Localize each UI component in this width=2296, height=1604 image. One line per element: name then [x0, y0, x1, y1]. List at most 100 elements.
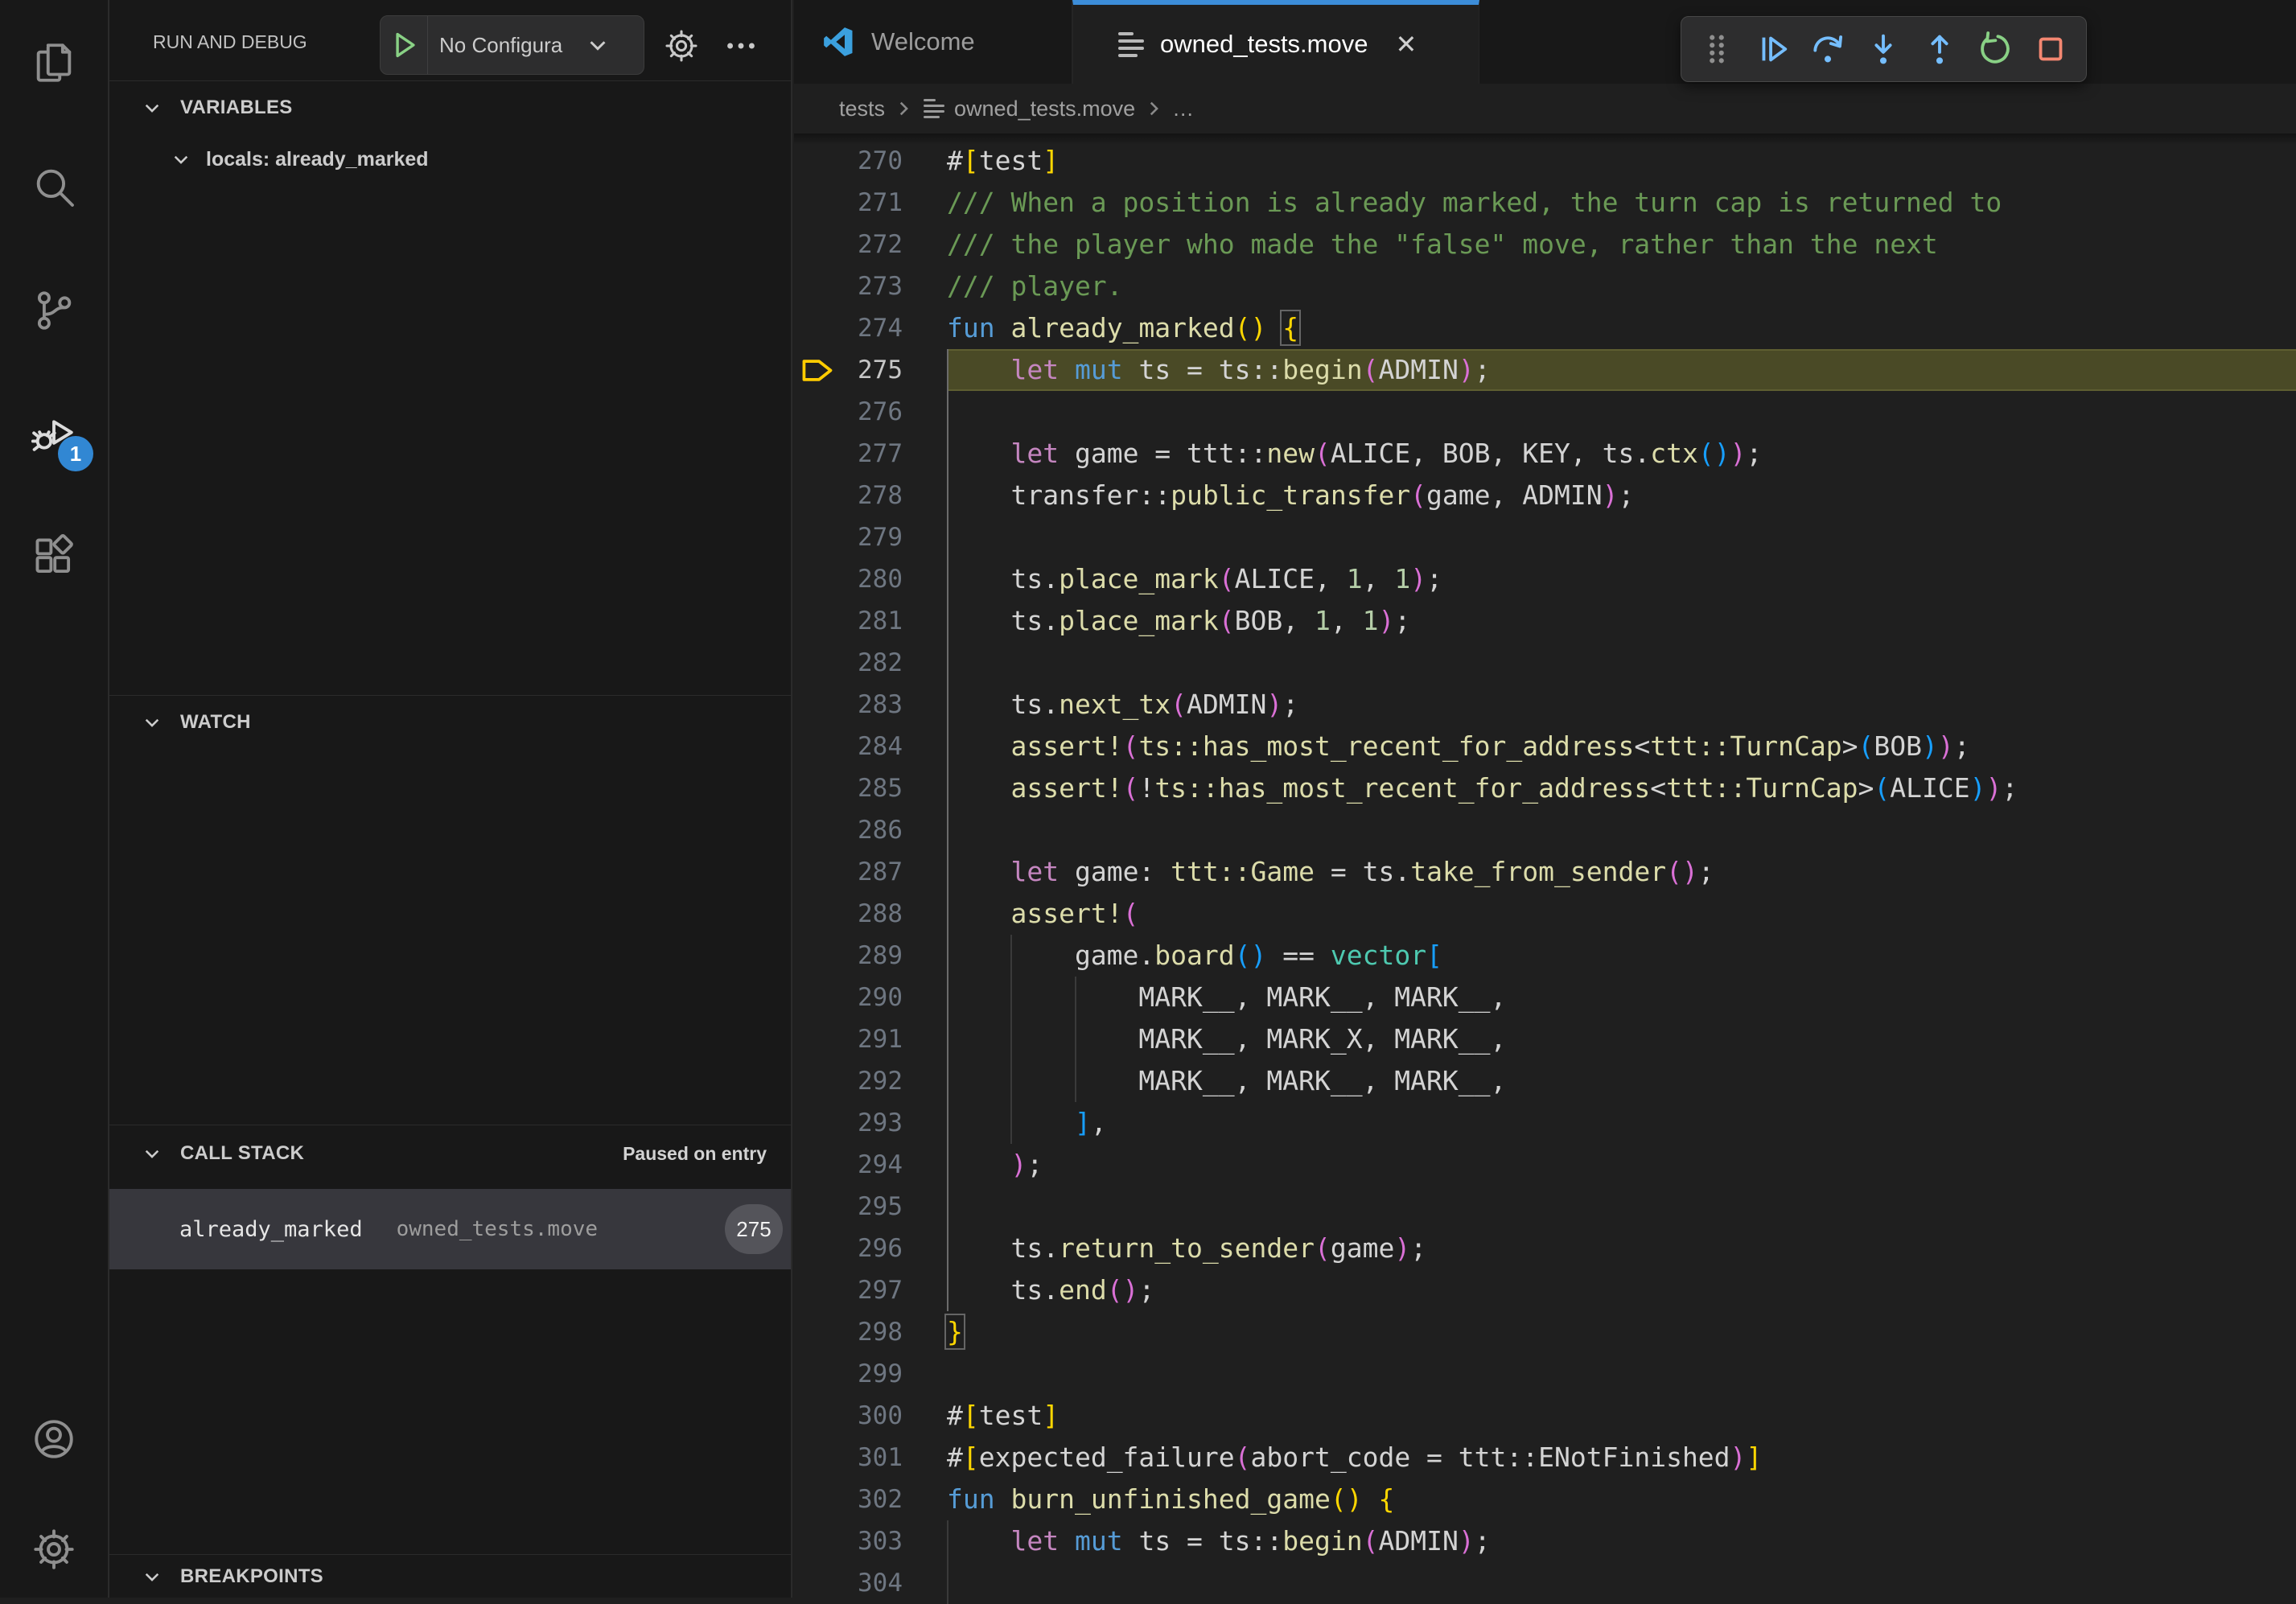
code-line-content[interactable]: ts.return_to_sender(game);: [947, 1228, 2296, 1269]
code-line-content[interactable]: [947, 1562, 2296, 1604]
code-line-content[interactable]: let game: ttt::Game = ts.take_from_sende…: [947, 851, 2296, 893]
gutter[interactable]: 297: [794, 1269, 947, 1311]
code-editor[interactable]: 270 #[test] 271 /// When a position is alre…: [794, 134, 2296, 1598]
code-line-content[interactable]: fun already_marked() {: [947, 307, 2296, 349]
code-line[interactable]: 298}: [794, 1311, 2296, 1353]
code-line-content[interactable]: [947, 391, 2296, 433]
code-line[interactable]: 303 let mut ts = ts::begin(ADMIN);: [794, 1520, 2296, 1562]
line-number[interactable]: 295: [794, 1186, 903, 1228]
line-number[interactable]: 303: [794, 1520, 903, 1562]
code-line[interactable]: 284 assert!(ts::has_most_recent_for_addr…: [794, 726, 2296, 767]
code-line-content[interactable]: [947, 642, 2296, 684]
line-number[interactable]: 282: [794, 642, 903, 684]
code-line-content[interactable]: [947, 1353, 2296, 1395]
code-line-content[interactable]: );: [947, 1144, 2296, 1186]
code-line-content[interactable]: let mut ts = ts::begin(ADMIN);: [947, 1520, 2296, 1562]
line-number[interactable]: 272: [794, 224, 903, 265]
line-number[interactable]: 290: [794, 977, 903, 1018]
code-line[interactable]: 291 MARK__, MARK_X, MARK__,: [794, 1018, 2296, 1060]
call-stack-section-header[interactable]: CALL STACK Paused on entry: [109, 1125, 791, 1182]
code-line[interactable]: 285 assert!(!ts::has_most_recent_for_add…: [794, 767, 2296, 809]
code-line[interactable]: 304: [794, 1562, 2296, 1604]
gutter[interactable]: 303: [794, 1520, 947, 1562]
gutter[interactable]: 274: [794, 307, 947, 349]
code-line[interactable]: 281 ts.place_mark(BOB, 1, 1);: [794, 600, 2296, 642]
code-line[interactable]: 286: [794, 809, 2296, 851]
more-actions-icon[interactable]: [722, 27, 759, 64]
code-line-content[interactable]: [947, 1186, 2296, 1228]
line-number[interactable]: 288: [794, 893, 903, 935]
gutter[interactable]: 299: [794, 1353, 947, 1395]
gutter[interactable]: 283: [794, 684, 947, 726]
search-icon[interactable]: [0, 138, 108, 235]
code-line-content[interactable]: assert!(!ts::has_most_recent_for_address…: [947, 767, 2296, 809]
gutter[interactable]: 282: [794, 642, 947, 684]
settings-icon[interactable]: [0, 1501, 108, 1598]
gutter[interactable]: 286: [794, 809, 947, 851]
line-number[interactable]: 301: [794, 1437, 903, 1479]
code-line-content[interactable]: /// When a position is already marked, t…: [947, 182, 2296, 224]
code-line-content[interactable]: [947, 809, 2296, 851]
gutter[interactable]: 276: [794, 391, 947, 433]
continue-button[interactable]: [1750, 23, 1795, 75]
code-line[interactable]: 292 MARK__, MARK__, MARK__,: [794, 1060, 2296, 1102]
line-number[interactable]: 286: [794, 809, 903, 851]
tab-welcome[interactable]: Welcome: [794, 0, 1072, 84]
code-line[interactable]: 273/// player.: [794, 265, 2296, 307]
gutter[interactable]: 290: [794, 977, 947, 1018]
gutter[interactable]: 292: [794, 1060, 947, 1102]
code-line[interactable]: 299: [794, 1353, 2296, 1395]
code-line[interactable]: 302fun burn_unfinished_game() {: [794, 1479, 2296, 1520]
code-line-content[interactable]: }: [947, 1311, 2296, 1353]
code-line[interactable]: 278 transfer::public_transfer(game, ADMI…: [794, 475, 2296, 516]
line-number[interactable]: 276: [794, 391, 903, 433]
line-number[interactable]: 271: [794, 182, 903, 224]
line-number[interactable]: 279: [794, 516, 903, 558]
line-number[interactable]: 285: [794, 767, 903, 809]
line-number[interactable]: 293: [794, 1102, 903, 1144]
code-line[interactable]: 293 ],: [794, 1102, 2296, 1144]
line-number[interactable]: 289: [794, 935, 903, 977]
code-line-content[interactable]: ts.place_mark(ALICE, 1, 1);: [947, 558, 2296, 600]
tab-owned-tests-move[interactable]: owned_tests.move ✕: [1072, 0, 1479, 84]
gutter[interactable]: 298: [794, 1311, 947, 1353]
gutter[interactable]: 295: [794, 1186, 947, 1228]
restart-button[interactable]: [1973, 23, 2018, 75]
gutter[interactable]: 271: [794, 182, 947, 224]
line-number[interactable]: 283: [794, 684, 903, 726]
gutter[interactable]: 277: [794, 433, 947, 475]
explorer-icon[interactable]: [0, 14, 108, 111]
code-line[interactable]: 283 ts.next_tx(ADMIN);: [794, 684, 2296, 726]
code-line[interactable]: 276: [794, 391, 2296, 433]
gutter[interactable]: 272: [794, 224, 947, 265]
code-line[interactable]: 280 ts.place_mark(ALICE, 1, 1);: [794, 558, 2296, 600]
variables-section-header[interactable]: VARIABLES: [109, 80, 791, 134]
code-line-content[interactable]: ts.end();: [947, 1269, 2296, 1311]
code-line-content[interactable]: assert!(: [947, 893, 2296, 935]
code-line-content[interactable]: fun burn_unfinished_game() {: [947, 1479, 2296, 1520]
code-line-content[interactable]: MARK__, MARK__, MARK__,: [947, 977, 2296, 1018]
close-tab-icon[interactable]: ✕: [1395, 29, 1417, 60]
line-number[interactable]: 270: [794, 140, 903, 182]
gutter[interactable]: 281: [794, 600, 947, 642]
breadcrumb-tests[interactable]: tests: [839, 97, 885, 121]
line-number[interactable]: 298: [794, 1311, 903, 1353]
breadcrumb-symbol-ellipsis[interactable]: …: [1172, 97, 1194, 121]
watch-section-header[interactable]: WATCH: [109, 695, 791, 749]
step-out-button[interactable]: [1917, 23, 1962, 75]
breakpoints-section-header[interactable]: BREAKPOINTS: [109, 1554, 791, 1598]
line-number[interactable]: 274: [794, 307, 903, 349]
line-number[interactable]: 281: [794, 600, 903, 642]
line-number[interactable]: 294: [794, 1144, 903, 1186]
code-line-content[interactable]: [947, 516, 2296, 558]
code-line[interactable]: 289 game.board() == vector[: [794, 935, 2296, 977]
code-line-content[interactable]: transfer::public_transfer(game, ADMIN);: [947, 475, 2296, 516]
line-number[interactable]: 297: [794, 1269, 903, 1311]
code-line-content[interactable]: #[test]: [947, 1395, 2296, 1437]
line-number[interactable]: 275: [794, 349, 903, 391]
gutter[interactable]: 285: [794, 767, 947, 809]
gutter[interactable]: 279: [794, 516, 947, 558]
line-number[interactable]: 278: [794, 475, 903, 516]
code-line-content[interactable]: MARK__, MARK_X, MARK__,: [947, 1018, 2296, 1060]
line-number[interactable]: 300: [794, 1395, 903, 1437]
